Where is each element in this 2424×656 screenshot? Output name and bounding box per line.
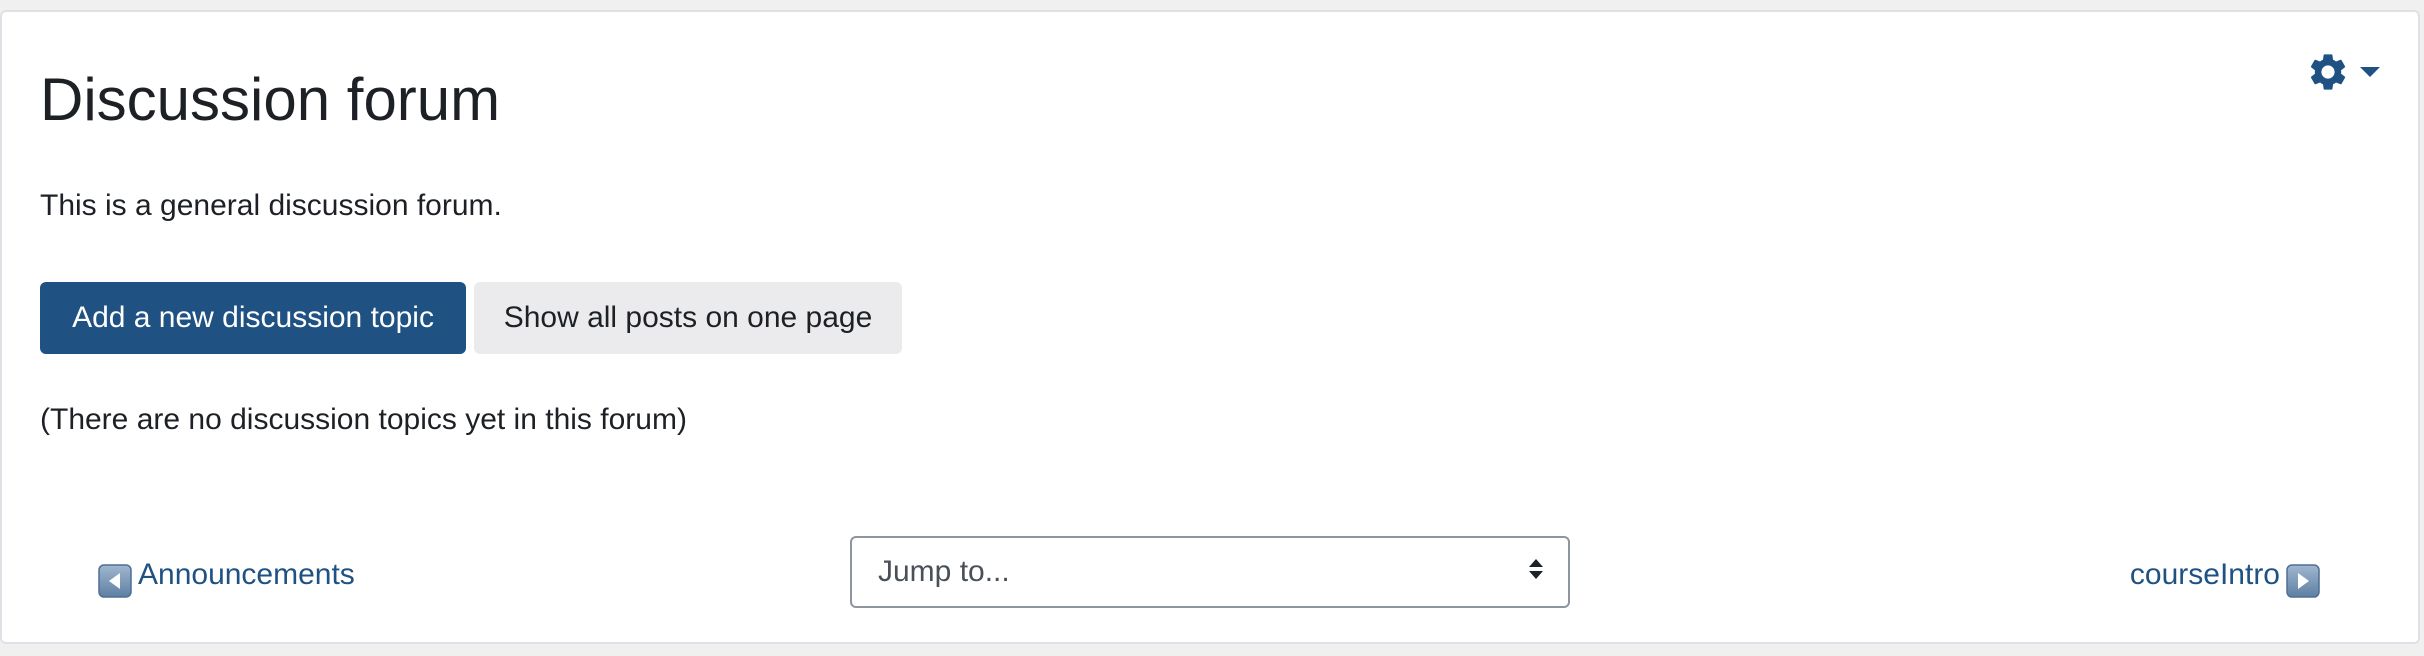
previous-activity-label: Announcements [138,558,355,591]
next-activity-label: courseIntro [2129,558,2280,591]
jump-to-selected-value: Jump to... [878,555,1010,588]
select-arrows-icon [1528,555,1544,589]
previous-activity-link[interactable]: Announcements [98,552,355,598]
forum-intro: This is a general discussion forum. [40,189,502,222]
next-activity-link[interactable]: courseIntro [2130,552,2320,598]
caret-down-icon [2360,66,2380,84]
show-all-posts-button[interactable]: Show all posts on one page [474,282,902,354]
gear-icon [2306,50,2350,99]
arrow-left-icon [98,564,132,598]
settings-menu-toggle[interactable] [2306,50,2380,99]
jump-to-select[interactable]: Jump to... [850,536,1570,608]
page-title: Discussion forum [40,66,501,133]
empty-forum-message: (There are no discussion topics yet in t… [40,403,687,436]
add-discussion-topic-button[interactable]: Add a new discussion topic [40,282,466,354]
arrow-right-icon [2286,564,2320,598]
forum-card: Discussion forum This is a general discu… [0,10,2420,644]
